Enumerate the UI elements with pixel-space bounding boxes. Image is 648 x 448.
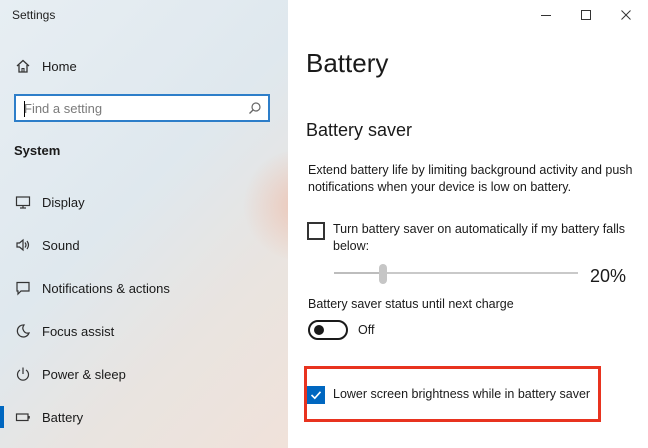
page-title: Battery	[306, 48, 389, 78]
sidebar-item-power-sleep[interactable]: Power & sleep	[0, 359, 288, 389]
home-icon	[14, 57, 32, 75]
threshold-value: 20%	[589, 266, 626, 286]
focus-assist-icon	[14, 322, 32, 340]
toggle-state-label: Off	[358, 323, 375, 337]
sidebar-item-label: Focus assist	[42, 323, 115, 339]
sidebar-item-label: Home	[42, 58, 77, 74]
notifications-icon	[14, 279, 32, 297]
section-heading: System	[14, 143, 61, 158]
checkmark-icon	[310, 391, 322, 400]
lower-brightness-label[interactable]: Lower screen brightness while in battery…	[333, 387, 590, 401]
sidebar-item-label: Power & sleep	[42, 366, 126, 382]
maximize-icon	[581, 10, 591, 20]
settings-sidebar: Settings Home System	[0, 0, 288, 448]
auto-battery-saver-label[interactable]: Turn battery saver on automatically if m…	[333, 221, 633, 255]
search-icon[interactable]	[248, 101, 262, 115]
battery-settings-page: Battery Battery saver Extend battery lif…	[288, 0, 648, 448]
battery-saver-description: Extend battery life by limiting backgrou…	[308, 163, 633, 194]
threshold-slider-thumb[interactable]	[378, 264, 387, 284]
app-title: Settings	[12, 8, 56, 22]
minimize-icon	[541, 15, 551, 16]
battery-icon	[14, 408, 32, 426]
close-button[interactable]	[604, 0, 648, 30]
sound-icon	[14, 236, 32, 254]
sidebar-item-display[interactable]: Display	[0, 187, 288, 217]
minimize-button[interactable]	[524, 0, 568, 30]
sidebar-item-label: Notifications & actions	[42, 280, 170, 296]
sidebar-item-label: Display	[42, 194, 85, 210]
battery-saver-status-label: Battery saver status until next charge	[308, 297, 514, 311]
power-icon	[14, 365, 32, 383]
threshold-slider-fill	[334, 272, 383, 274]
sidebar-item-battery[interactable]: Battery	[0, 402, 288, 432]
sidebar-item-label: Sound	[42, 237, 80, 253]
battery-saver-heading: Battery saver	[306, 120, 413, 140]
text-caret	[24, 101, 25, 117]
battery-saver-toggle[interactable]	[308, 320, 348, 340]
threshold-slider[interactable]	[334, 272, 578, 274]
search-field[interactable]	[14, 94, 270, 122]
toggle-knob	[314, 325, 324, 335]
sidebar-item-notifications[interactable]: Notifications & actions	[0, 273, 288, 303]
lower-brightness-checkbox[interactable]	[307, 386, 325, 404]
sidebar-item-sound[interactable]: Sound	[0, 230, 288, 260]
auto-battery-saver-checkbox[interactable]	[307, 222, 325, 240]
display-icon	[14, 193, 32, 211]
search-input[interactable]	[24, 99, 244, 117]
sidebar-item-focus-assist[interactable]: Focus assist	[0, 316, 288, 346]
close-icon	[621, 10, 631, 20]
sidebar-item-home[interactable]: Home	[0, 51, 288, 81]
maximize-button[interactable]	[564, 0, 608, 30]
sidebar-item-label: Battery	[42, 409, 84, 425]
